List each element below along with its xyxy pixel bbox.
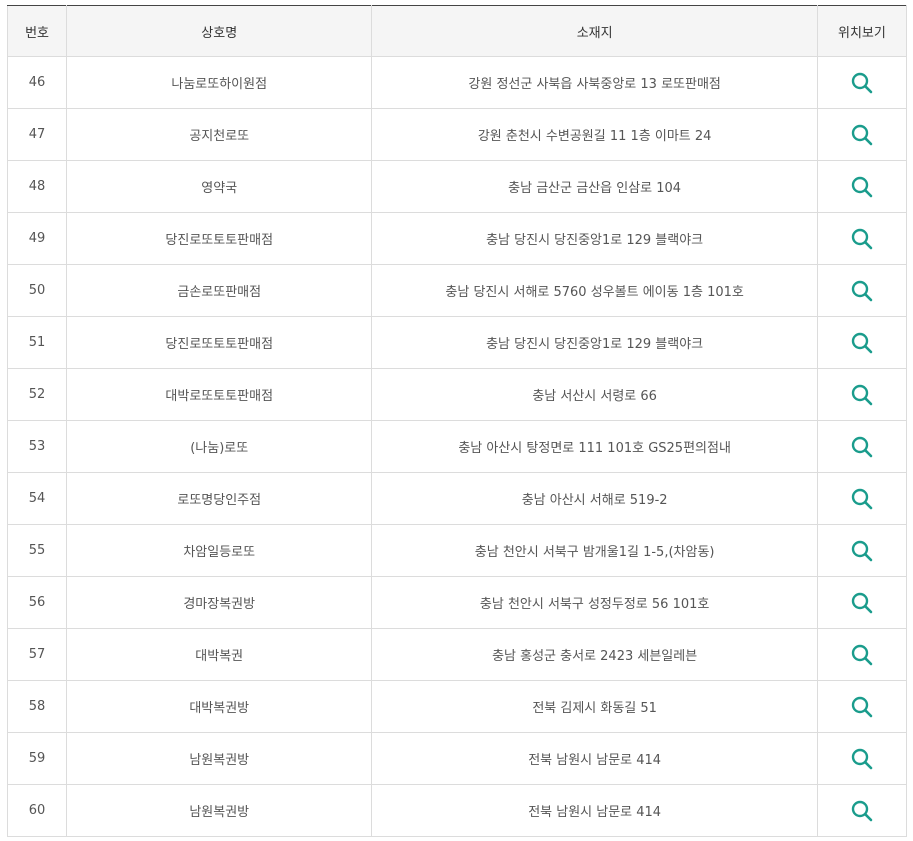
row-view-location	[816, 212, 908, 265]
row-view-location	[816, 732, 908, 785]
table-row: 49 당진로또토토판매점 충남 당진시 당진중앙1로 129 블랙야크	[6, 212, 908, 265]
row-address: 충남 아산시 탕정면로 111 101호 GS25편의점내	[371, 420, 818, 473]
row-address: 충남 당진시 당진중앙1로 129 블랙야크	[371, 212, 818, 265]
table-row: 57 대박복권 충남 홍성군 충서로 2423 세븐일레븐	[6, 628, 908, 681]
table-row: 60 남원복권방 전북 남원시 남문로 414	[6, 784, 908, 837]
row-number: 57	[6, 628, 68, 681]
row-number: 60	[6, 784, 68, 837]
search-icon[interactable]	[850, 695, 874, 719]
row-number: 52	[6, 368, 68, 421]
row-store-name: 당진로또토토판매점	[66, 212, 373, 265]
search-icon[interactable]	[850, 279, 874, 303]
search-icon[interactable]	[850, 383, 874, 407]
header-number: 번호	[6, 5, 68, 57]
row-view-location	[816, 524, 908, 577]
row-number: 56	[6, 576, 68, 629]
row-address: 전북 김제시 화동길 51	[371, 680, 818, 733]
table-row: 56 경마장복권방 충남 천안시 서북구 성정두정로 56 101호	[6, 576, 908, 629]
row-number: 58	[6, 680, 68, 733]
row-store-name: 금손로또판매점	[66, 264, 373, 317]
store-table: 번호 상호명 소재지 위치보기 46 나눔로또하이원점 강원 정선군 사북읍 사북중…	[6, 5, 908, 837]
row-store-name: 공지천로또	[66, 108, 373, 161]
row-address: 충남 금산군 금산읍 인삼로 104	[371, 160, 818, 213]
row-store-name: 남원복권방	[66, 732, 373, 785]
table-row: 52 대박로또토토판매점 충남 서산시 서령로 66	[6, 368, 908, 421]
header-store-name: 상호명	[66, 5, 373, 57]
row-store-name: 경마장복권방	[66, 576, 373, 629]
row-address: 충남 홍성군 충서로 2423 세븐일레븐	[371, 628, 818, 681]
table-row: 55 차암일등로또 충남 천안시 서북구 밤개울1길 1-5,(차암동)	[6, 524, 908, 577]
row-number: 51	[6, 316, 68, 369]
row-number: 46	[6, 56, 68, 109]
row-store-name: 나눔로또하이원점	[66, 56, 373, 109]
row-number: 49	[6, 212, 68, 265]
row-address: 충남 당진시 서해로 5760 성우볼트 에이동 1층 101호	[371, 264, 818, 317]
row-store-name: 대박복권방	[66, 680, 373, 733]
row-view-location	[816, 420, 908, 473]
search-icon[interactable]	[850, 799, 874, 823]
header-view-location: 위치보기	[816, 5, 908, 57]
row-address: 충남 천안시 서북구 밤개울1길 1-5,(차암동)	[371, 524, 818, 577]
row-address: 충남 아산시 서해로 519-2	[371, 472, 818, 525]
row-store-name: 당진로또토토판매점	[66, 316, 373, 369]
row-view-location	[816, 680, 908, 733]
table-row: 50 금손로또판매점 충남 당진시 서해로 5760 성우볼트 에이동 1층 101…	[6, 264, 908, 317]
row-view-location	[816, 784, 908, 837]
header-address: 소재지	[371, 5, 818, 57]
table-row: 53 (나눔)로또 충남 아산시 탕정면로 111 101호 GS25편의점내	[6, 420, 908, 473]
row-view-location	[816, 368, 908, 421]
row-store-name: 영약국	[66, 160, 373, 213]
row-view-location	[816, 264, 908, 317]
row-address: 충남 서산시 서령로 66	[371, 368, 818, 421]
row-number: 54	[6, 472, 68, 525]
row-store-name: 로또명당인주점	[66, 472, 373, 525]
search-icon[interactable]	[850, 487, 874, 511]
row-view-location	[816, 56, 908, 109]
search-icon[interactable]	[850, 227, 874, 251]
search-icon[interactable]	[850, 747, 874, 771]
table-row: 58 대박복권방 전북 김제시 화동길 51	[6, 680, 908, 733]
row-view-location	[816, 472, 908, 525]
row-address: 강원 정선군 사북읍 사북중앙로 13 로또판매점	[371, 56, 818, 109]
row-number: 50	[6, 264, 68, 317]
row-view-location	[816, 108, 908, 161]
row-address: 강원 춘천시 수변공원길 11 1층 이마트 24	[371, 108, 818, 161]
table-row: 54 로또명당인주점 충남 아산시 서해로 519-2	[6, 472, 908, 525]
row-address: 충남 천안시 서북구 성정두정로 56 101호	[371, 576, 818, 629]
row-view-location	[816, 160, 908, 213]
row-store-name: 대박복권	[66, 628, 373, 681]
search-icon[interactable]	[850, 331, 874, 355]
row-address: 충남 당진시 당진중앙1로 129 블랙야크	[371, 316, 818, 369]
search-icon[interactable]	[850, 123, 874, 147]
search-icon[interactable]	[850, 71, 874, 95]
row-number: 47	[6, 108, 68, 161]
row-address: 전북 남원시 남문로 414	[371, 732, 818, 785]
row-store-name: 남원복권방	[66, 784, 373, 837]
row-view-location	[816, 628, 908, 681]
row-number: 48	[6, 160, 68, 213]
table-header-row: 번호 상호명 소재지 위치보기	[6, 5, 908, 57]
row-number: 55	[6, 524, 68, 577]
row-store-name: (나눔)로또	[66, 420, 373, 473]
search-icon[interactable]	[850, 591, 874, 615]
row-store-name: 대박로또토토판매점	[66, 368, 373, 421]
search-icon[interactable]	[850, 435, 874, 459]
row-number: 53	[6, 420, 68, 473]
row-store-name: 차암일등로또	[66, 524, 373, 577]
search-icon[interactable]	[850, 643, 874, 667]
table-row: 47 공지천로또 강원 춘천시 수변공원길 11 1층 이마트 24	[6, 108, 908, 161]
table-row: 59 남원복권방 전북 남원시 남문로 414	[6, 732, 908, 785]
row-number: 59	[6, 732, 68, 785]
search-icon[interactable]	[850, 175, 874, 199]
row-address: 전북 남원시 남문로 414	[371, 784, 818, 837]
store-list: 번호 상호명 소재지 위치보기 46 나눔로또하이원점 강원 정선군 사북읍 사북중…	[6, 5, 908, 837]
row-view-location	[816, 316, 908, 369]
table-row: 46 나눔로또하이원점 강원 정선군 사북읍 사북중앙로 13 로또판매점	[6, 56, 908, 109]
table-body: 46 나눔로또하이원점 강원 정선군 사북읍 사북중앙로 13 로또판매점 47 공지천…	[6, 56, 908, 837]
table-row: 48 영약국 충남 금산군 금산읍 인삼로 104	[6, 160, 908, 213]
table-row: 51 당진로또토토판매점 충남 당진시 당진중앙1로 129 블랙야크	[6, 316, 908, 369]
search-icon[interactable]	[850, 539, 874, 563]
row-view-location	[816, 576, 908, 629]
